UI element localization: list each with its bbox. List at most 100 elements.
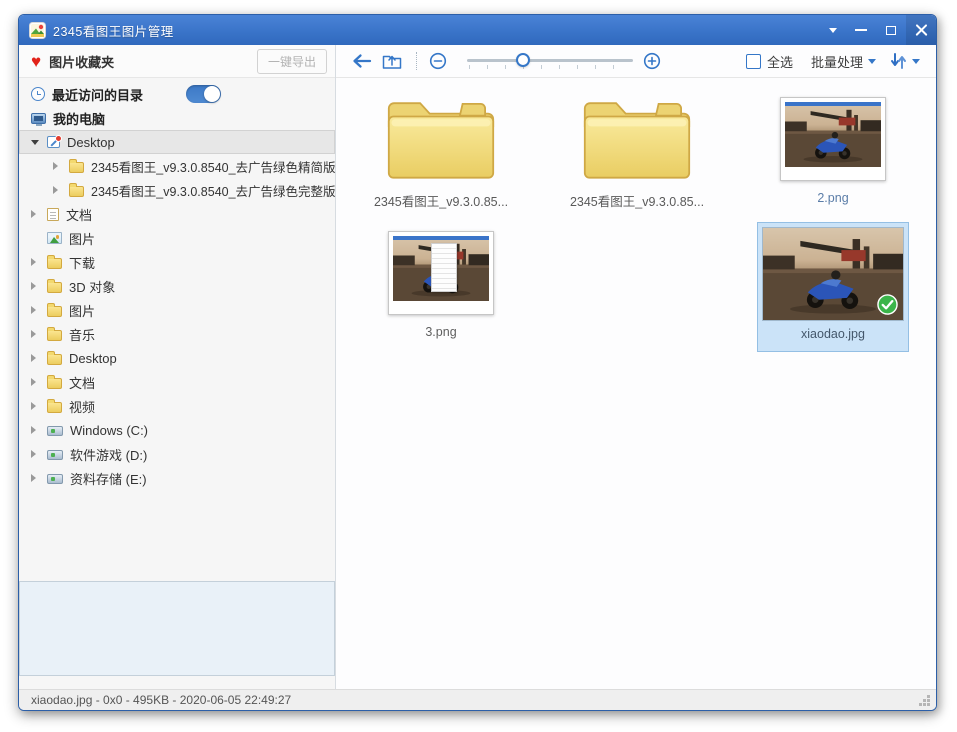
sidebar-item-12[interactable]: 文档 xyxy=(19,370,335,394)
file-label: 2.png xyxy=(817,191,848,205)
statusbar: xiaodao.jpg - 0x0 - 495KB - 2020-06-05 2… xyxy=(19,689,936,710)
expand-arrow-icon[interactable] xyxy=(31,258,47,266)
sidebar-item-8[interactable]: 3D 对象 xyxy=(19,274,335,298)
slider-ticks xyxy=(469,65,631,69)
expand-arrow-icon[interactable] xyxy=(31,210,47,218)
drive-icon xyxy=(47,450,63,460)
maximize-button[interactable] xyxy=(876,15,906,45)
expand-arrow-icon[interactable] xyxy=(31,140,47,145)
clock-icon xyxy=(31,87,45,101)
export-all-button[interactable]: 一键导出 xyxy=(257,49,327,74)
expand-arrow-icon[interactable] xyxy=(53,186,69,194)
titlebar-menu-button[interactable] xyxy=(820,15,846,45)
folder-thumb[interactable] xyxy=(383,88,499,184)
expand-arrow-icon[interactable] xyxy=(31,282,47,290)
window-title: 2345看图王图片管理 xyxy=(53,21,820,40)
image-thumbnail[interactable] xyxy=(388,231,494,315)
drive-icon xyxy=(47,426,63,436)
slider-track[interactable] xyxy=(467,59,633,62)
titlebar[interactable]: 2345看图王图片管理 xyxy=(19,15,936,45)
image-thumbnail[interactable] xyxy=(780,97,886,181)
expand-arrow-icon[interactable] xyxy=(31,330,47,338)
folder-icon xyxy=(47,354,62,365)
caret-down-icon[interactable] xyxy=(868,59,876,64)
expand-arrow-icon[interactable] xyxy=(31,426,47,434)
maximize-icon xyxy=(886,26,896,35)
folder-icon xyxy=(47,378,62,389)
folder-icon xyxy=(47,306,62,317)
sidebar-item-5[interactable]: 文档 xyxy=(19,202,335,226)
close-icon xyxy=(915,24,928,37)
close-button[interactable] xyxy=(906,15,936,45)
sidebar: ♥ 图片收藏夹 一键导出 最近访问的目录 我的电脑 Desktop 2345看图… xyxy=(19,45,336,689)
context-menu-thumbnail xyxy=(431,243,457,292)
folder-thumb[interactable] xyxy=(579,88,695,184)
zoom-in-button[interactable] xyxy=(643,52,661,70)
sidebar-item-7[interactable]: 下载 xyxy=(19,250,335,274)
expand-arrow-icon[interactable] xyxy=(31,354,47,362)
sidebar-item-4[interactable]: 2345看图王_v9.3.0.8540_去广告绿色完整版 xyxy=(19,178,335,202)
sidebar-item-16[interactable]: 资料存储 (E:) xyxy=(19,466,335,490)
sidebar-item-13[interactable]: 视频 xyxy=(19,394,335,418)
caret-down-icon[interactable] xyxy=(912,59,920,64)
image-item-selected[interactable]: xiaodao.jpg xyxy=(735,222,931,356)
sidebar-item-10[interactable]: 音乐 xyxy=(19,322,335,346)
sidebar-item-2[interactable]: Desktop xyxy=(19,130,335,154)
status-text: xiaodao.jpg - 0x0 - 495KB - 2020-06-05 2… xyxy=(31,693,291,707)
sidebar-item-15[interactable]: 软件游戏 (D:) xyxy=(19,442,335,466)
folder-item[interactable]: 2345看图王_v9.3.0.85... xyxy=(343,88,539,222)
folder-icon xyxy=(47,330,62,341)
resize-grip[interactable] xyxy=(919,694,931,706)
drive-icon xyxy=(47,474,63,484)
batch-process-button[interactable]: 批量处理 xyxy=(811,52,863,71)
expand-arrow-icon[interactable] xyxy=(31,378,47,386)
sidebar-item-14[interactable]: Windows (C:) xyxy=(19,418,335,442)
motorcycle-photo xyxy=(785,102,881,167)
folder-icon xyxy=(47,402,62,413)
sidebar-item-0[interactable]: 最近访问的目录 xyxy=(19,82,335,106)
computer-icon xyxy=(31,113,46,124)
folder-icon xyxy=(47,282,62,293)
empty-cell xyxy=(539,222,735,356)
select-all-checkbox[interactable] xyxy=(746,54,761,69)
back-button[interactable] xyxy=(350,53,372,69)
folder-icon xyxy=(69,186,84,197)
image-item[interactable]: 2.png xyxy=(735,88,931,222)
expand-arrow-icon[interactable] xyxy=(31,402,47,410)
toolbar: 全选 批量处理 xyxy=(336,45,936,78)
expand-arrow-icon[interactable] xyxy=(31,306,47,314)
selection-highlight[interactable]: xiaodao.jpg xyxy=(757,222,909,352)
favorites-title: 图片收藏夹 xyxy=(49,52,257,71)
export-button[interactable] xyxy=(382,52,402,70)
minimize-icon xyxy=(855,29,867,31)
folder-icon xyxy=(47,258,62,269)
sidebar-item-1[interactable]: 我的电脑 xyxy=(19,106,335,130)
toggle-knob xyxy=(204,86,220,102)
docs-icon xyxy=(47,208,59,221)
sidebar-item-11[interactable]: Desktop xyxy=(19,346,335,370)
desktop-background: 2345看图王图片管理 ♥ 图片收藏夹 一键导出 最近访问的目录 我的电脑 De… xyxy=(0,0,957,732)
file-label: 3.png xyxy=(425,325,456,339)
sidebar-item-9[interactable]: 图片 xyxy=(19,298,335,322)
file-label: xiaodao.jpg xyxy=(801,327,865,341)
sort-button[interactable] xyxy=(890,53,907,69)
folder-icon xyxy=(383,94,499,184)
minimize-button[interactable] xyxy=(846,15,876,45)
zoom-out-button[interactable] xyxy=(429,52,447,70)
thumbnail-size-slider[interactable] xyxy=(467,50,633,72)
expand-arrow-icon[interactable] xyxy=(31,474,47,482)
folder-item[interactable]: 2345看图王_v9.3.0.85... xyxy=(539,88,735,222)
sidebar-item-3[interactable]: 2345看图王_v9.3.0.8540_去广告绿色精简版 xyxy=(19,154,335,178)
toolbar-divider xyxy=(416,52,417,70)
expand-arrow-icon[interactable] xyxy=(31,450,47,458)
app-window: 2345看图王图片管理 ♥ 图片收藏夹 一键导出 最近访问的目录 我的电脑 De… xyxy=(18,14,937,711)
heart-icon: ♥ xyxy=(31,53,41,70)
selected-check-icon xyxy=(877,294,898,315)
expand-arrow-icon[interactable] xyxy=(53,162,69,170)
recent-dirs-toggle[interactable] xyxy=(186,85,221,103)
sidebar-item-6[interactable]: 图片 xyxy=(19,226,335,250)
file-label: 2345看图王_v9.3.0.85... xyxy=(570,191,704,210)
select-all-label[interactable]: 全选 xyxy=(767,52,793,71)
window-body: ♥ 图片收藏夹 一键导出 最近访问的目录 我的电脑 Desktop 2345看图… xyxy=(19,45,936,689)
image-item[interactable]: 3.png xyxy=(343,222,539,356)
